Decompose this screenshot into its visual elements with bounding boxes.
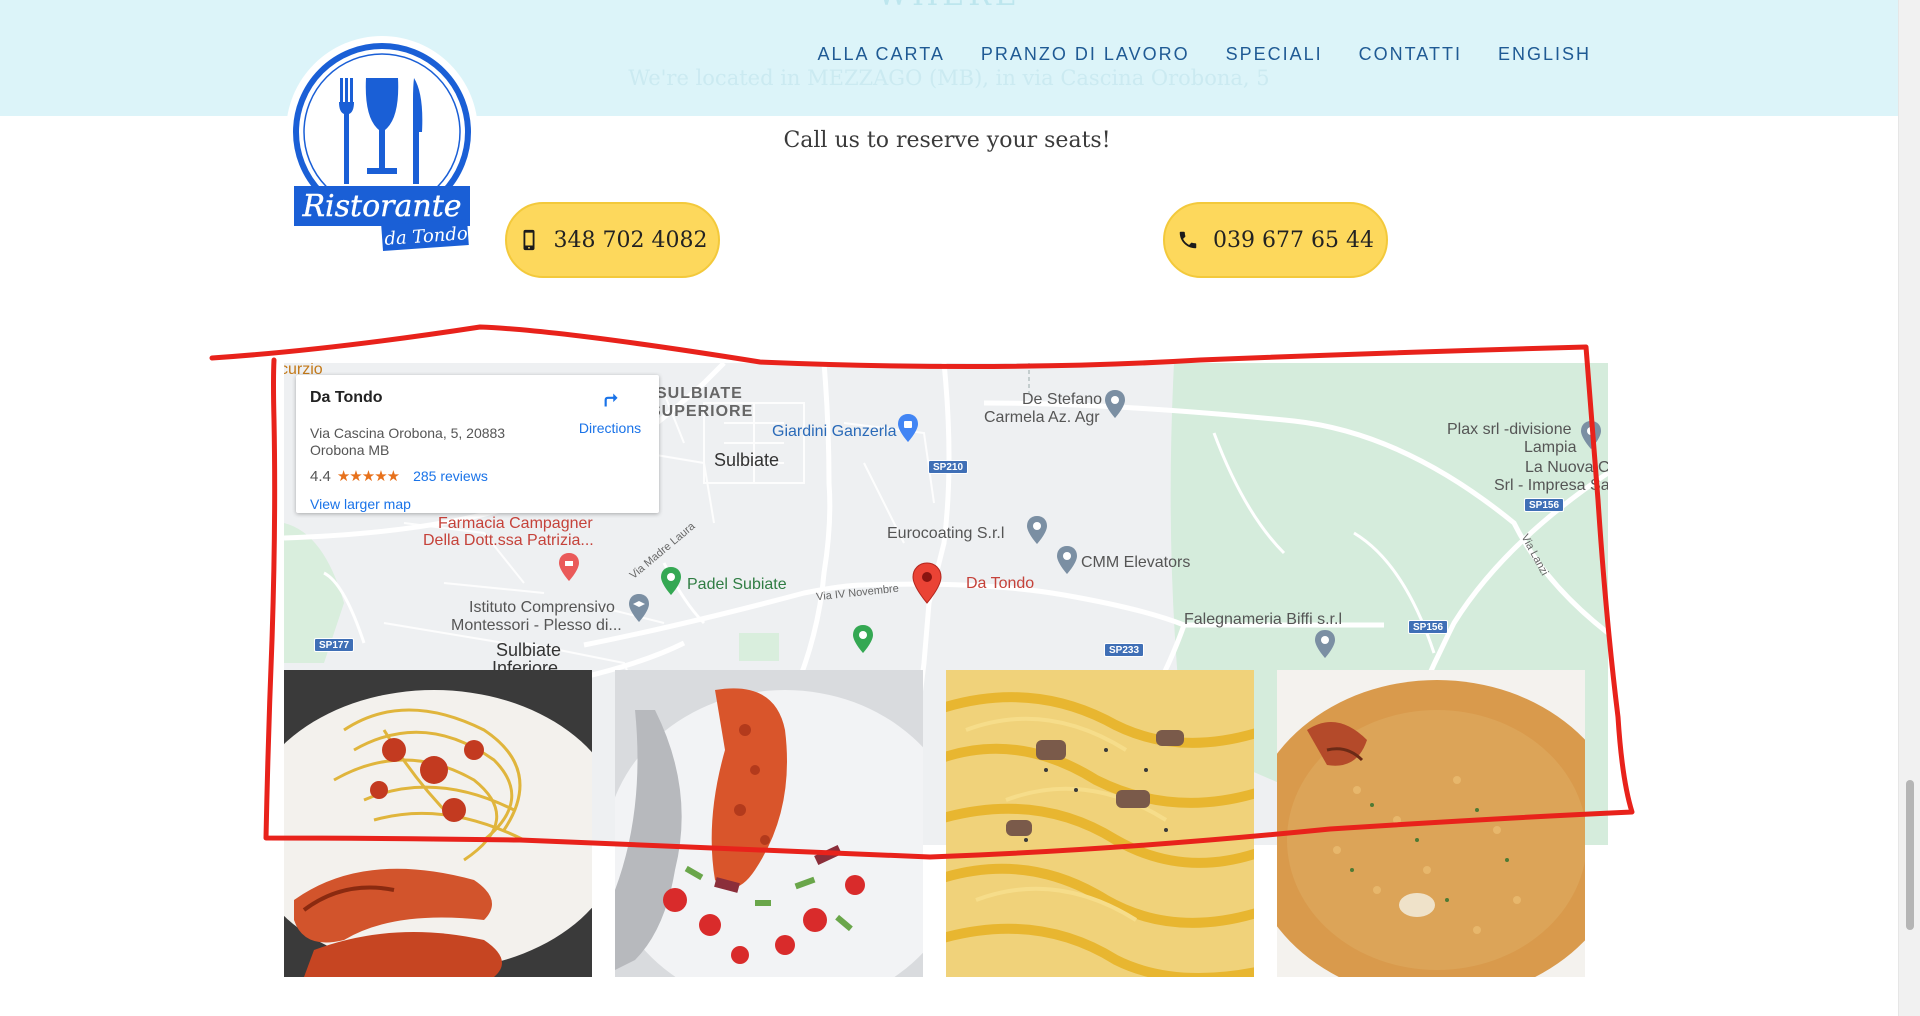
padel-marker-icon[interactable]: [660, 566, 682, 596]
road-badge-sp210: SP210: [928, 460, 969, 474]
road-badge-sp156-b: SP156: [1408, 620, 1449, 634]
school-marker-icon[interactable]: [628, 593, 650, 623]
place-name: Da Tondo: [310, 389, 383, 406]
food-photo-lobster-salad[interactable]: [615, 670, 923, 977]
map-label-cmm: CMM Elevators: [1081, 554, 1191, 571]
nav-contatti[interactable]: CONTATTI: [1359, 44, 1462, 65]
nav-speciali[interactable]: SPECIALI: [1226, 44, 1323, 65]
food-photo-image: [284, 670, 592, 977]
map-label-de-stefano: De Stefano: [1022, 391, 1103, 408]
main-nav: ALLA CARTA PRANZO DI LAVORO SPECIALI CON…: [818, 44, 1592, 65]
food-photo-lobster-spaghetti[interactable]: [284, 670, 592, 977]
food-photo-image: [946, 670, 1254, 977]
map-label-line: SULBIATE: [656, 385, 743, 402]
shopping-marker-icon[interactable]: [897, 413, 919, 443]
map-label-sulbiate-inferiore: Sulbiate: [496, 640, 562, 660]
da-tondo-marker-icon[interactable]: [912, 562, 942, 604]
site-header: WHERE We're located in MEZZAGO (MB), in …: [0, 0, 1898, 116]
road-badge-sp177: SP177: [314, 638, 355, 652]
food-photo-risotto[interactable]: [1277, 670, 1585, 977]
pharmacy-marker-icon[interactable]: [558, 552, 580, 582]
map-label-istituto-2: Montessori - Plesso di...: [451, 617, 622, 634]
phone-icon: [1179, 231, 1197, 249]
food-photo-carbonara[interactable]: [946, 670, 1254, 977]
directions-button[interactable]: Directions: [570, 387, 650, 436]
directions-label: Directions: [578, 420, 642, 436]
map-label-farmacia: Farmacia Campagner: [438, 515, 593, 532]
mobile-phone-icon: [523, 229, 535, 251]
map-label-nuova: La Nuova C: [1525, 459, 1608, 476]
reviews-link[interactable]: 285 reviews: [413, 468, 488, 484]
nav-pranzo-di-lavoro[interactable]: PRANZO DI LAVORO: [981, 44, 1190, 65]
scrollbar-thumb[interactable]: [1906, 780, 1914, 930]
eurocoating-marker-icon[interactable]: [1026, 515, 1048, 545]
map-label-sulbiate: Sulbiate: [714, 450, 780, 470]
map-label-eurocoating: Eurocoating S.r.l: [887, 525, 1005, 542]
landline-phone-button[interactable]: 039 677 65 44: [1163, 202, 1388, 278]
map-label-da-tondo: Da Tondo: [966, 575, 1035, 592]
de-stefano-marker-icon[interactable]: [1104, 389, 1126, 419]
place-info-card: Da Tondo Via Cascina Orobona, 5, 20883 O…: [296, 375, 659, 513]
map-label-falegnameria: Falegnameria Biffi s.r.l: [1184, 611, 1342, 628]
rating-stars-icon: ★★★★★: [336, 468, 400, 485]
food-photo-image: [615, 670, 923, 977]
svg-text:Ristorante: Ristorante: [301, 189, 461, 224]
rating-value: 4.4: [310, 467, 331, 485]
location-text: We're located in MEZZAGO (MB), in via Ca…: [628, 66, 1270, 90]
mobile-phone-button[interactable]: 348 702 4082: [505, 202, 720, 278]
map-label-istituto: Istituto Comprensivo: [469, 599, 615, 616]
directions-icon: [599, 389, 621, 411]
map-label-padel: Padel Subiate: [687, 576, 787, 593]
map-label-plax: Plax srl -divisione: [1447, 421, 1572, 438]
place-rating: 4.4 ★★★★★ 285 reviews: [310, 467, 488, 486]
road-badge-sp233: SP233: [1104, 643, 1145, 657]
view-larger-map-link[interactable]: View larger map: [310, 496, 411, 512]
road-badge-sp156: SP156: [1524, 498, 1565, 512]
nav-alla-carta[interactable]: ALLA CARTA: [818, 44, 945, 65]
map-label-sulbiate-superiore: SULBIATE: [656, 385, 743, 403]
page-scrollbar[interactable]: [1898, 0, 1920, 1016]
map-label-de-stefano-2: Carmela Az. Agr: [984, 409, 1100, 426]
food-photo-image: [1277, 670, 1585, 977]
map-label-giardini: Giardini Ganzerla: [772, 423, 897, 440]
cmm-marker-icon[interactable]: [1056, 545, 1078, 575]
place-address: Via Cascina Orobona, 5, 20883 Orobona MB: [310, 425, 506, 458]
mobile-number: 348 702 4082: [553, 227, 708, 253]
map-label-plax-2: Lampia: [1524, 439, 1577, 456]
map-label-farmacia-2: Della Dott.ssa Patrizia...: [423, 532, 594, 549]
where-heading: WHERE: [0, 0, 1898, 13]
plax-marker-icon[interactable]: [1580, 420, 1602, 450]
map-label-sulbiate-superiore-2: SUPERIORE: [650, 403, 754, 420]
park-marker-icon[interactable]: [852, 624, 874, 654]
call-title: Call us to reserve your seats!: [783, 128, 1111, 153]
nav-english[interactable]: ENGLISH: [1498, 44, 1591, 65]
landline-number: 039 677 65 44: [1213, 227, 1374, 253]
map-label-nuova-2: Srl - Impresa Sa: [1494, 477, 1608, 494]
falegnameria-marker-icon[interactable]: [1314, 629, 1336, 659]
